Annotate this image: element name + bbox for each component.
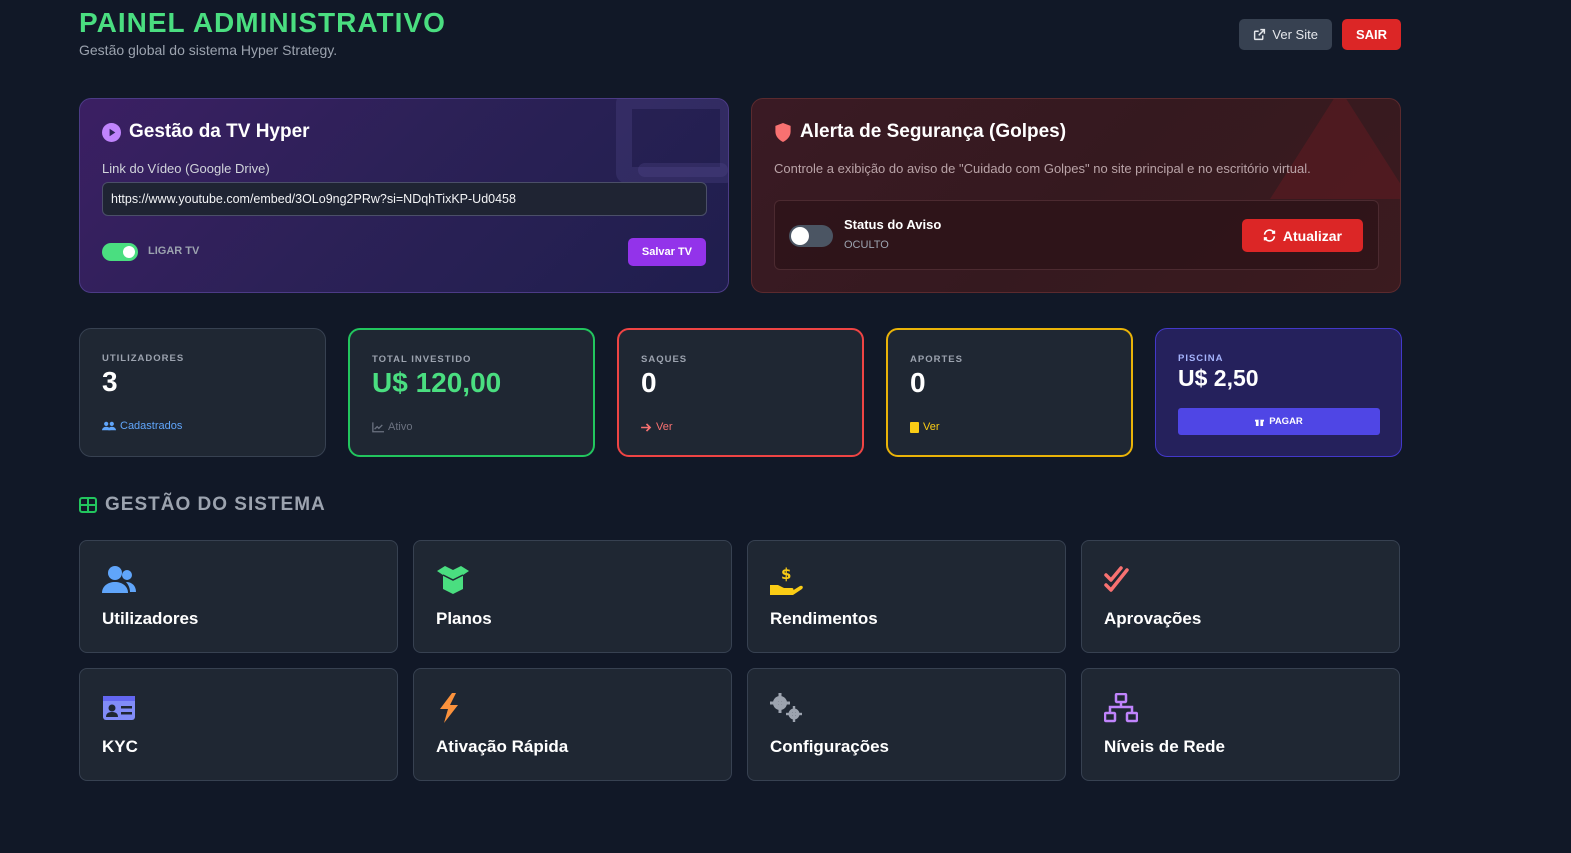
stat-card-pool: PISCINA U$ 2,50 PAGAR <box>1155 328 1402 457</box>
tile-rendimentos[interactable]: $ Rendimentos <box>747 540 1066 653</box>
stat-card-withdrawals: SAQUES 0 Ver <box>617 328 864 457</box>
tv-panel: Gestão da TV Hyper Link do Vídeo (Google… <box>79 98 729 293</box>
toggle-knob <box>791 227 809 245</box>
tile-label: Planos <box>436 609 492 628</box>
tile-niveis-de-rede[interactable]: Níveis de Rede <box>1081 668 1400 781</box>
stat-value: 3 <box>102 366 118 397</box>
stat-card-users: UTILIZADORES 3 Cadastrados <box>79 328 326 457</box>
page-subtitle: Gestão global do sistema Hyper Strategy. <box>79 42 338 58</box>
stat-label: SAQUES <box>641 354 688 365</box>
tile-label: Níveis de Rede <box>1104 737 1225 756</box>
tv-toggle-label: LIGAR TV <box>148 245 200 257</box>
gift-icon <box>1255 419 1265 426</box>
users-icon <box>102 566 136 593</box>
shield-icon <box>775 122 791 142</box>
table-icon <box>79 497 97 513</box>
tile-label: Aprovações <box>1104 609 1202 628</box>
warning-decoration-icon <box>1270 99 1400 199</box>
tv-stand-decoration <box>638 163 728 177</box>
tile-label: Configurações <box>770 737 890 756</box>
logout-button[interactable]: SAIR <box>1341 19 1401 50</box>
update-label: Atualizar <box>1282 227 1342 244</box>
security-alert-panel: Alerta de Segurança (Golpes) Controle a … <box>751 98 1401 293</box>
stat-label: PISCINA <box>1178 353 1224 364</box>
toggle-knob <box>123 246 135 258</box>
chart-line-icon <box>372 421 384 432</box>
ver-site-button[interactable]: Ver Site <box>1239 19 1332 50</box>
ver-site-label: Ver Site <box>1272 27 1318 42</box>
header-actions: Ver Site SAIR <box>1239 19 1401 50</box>
external-link-icon <box>1254 28 1266 41</box>
stat-label: TOTAL INVESTIDO <box>372 354 472 365</box>
tile-aprovacoes[interactable]: Aprovações <box>1081 540 1400 653</box>
video-link-input[interactable] <box>102 182 707 216</box>
stat-value: U$ 120,00 <box>372 367 502 398</box>
stat-value: U$ 2,50 <box>1178 365 1259 391</box>
stat-footer: Ativo <box>372 421 412 433</box>
alert-panel-title: Alerta de Segurança (Golpes) <box>774 121 1066 143</box>
stat-label: APORTES <box>910 354 963 365</box>
admin-dashboard: PAINEL ADMINISTRATIVO Gestão global do s… <box>0 0 1571 853</box>
tile-kyc[interactable]: KYC <box>79 668 398 781</box>
stat-footer-text: Ativo <box>388 421 413 433</box>
page-title: PAINEL ADMINISTRATIVO <box>79 7 446 38</box>
stat-footer-text: Ver <box>656 421 673 433</box>
id-card-icon <box>103 696 135 720</box>
tile-label: Utilizadores <box>102 609 199 628</box>
stat-value: 0 <box>910 367 926 398</box>
pay-button[interactable]: PAGAR <box>1178 408 1380 435</box>
update-button[interactable]: Atualizar <box>1241 219 1363 252</box>
tile-label: KYC <box>102 737 138 756</box>
tile-label: Rendimentos <box>770 609 878 628</box>
status-title: Status do Aviso <box>844 217 942 232</box>
pay-label: PAGAR <box>1269 416 1303 427</box>
section-title-text: GESTÃO DO SISTEMA <box>105 494 326 515</box>
stat-footer-text: Cadastrados <box>120 420 183 432</box>
tile-configuracoes[interactable]: Configurações <box>747 668 1066 781</box>
stat-footer-text: Ver <box>923 421 940 433</box>
video-link-label: Link do Vídeo (Google Drive) <box>102 161 270 176</box>
hand-dollar-icon: $ <box>770 565 803 595</box>
stat-card-total-invested: TOTAL INVESTIDO U$ 120,00 Ativo <box>348 328 595 457</box>
box-open-icon <box>437 566 469 594</box>
alert-description: Controle a exibição do aviso de "Cuidado… <box>774 161 1311 176</box>
alert-panel-title-text: Alerta de Segurança (Golpes) <box>800 121 1067 142</box>
page-header: PAINEL ADMINISTRATIVO Gestão global do s… <box>79 8 1401 64</box>
stat-value: 0 <box>641 367 657 398</box>
svg-text:$: $ <box>781 565 791 583</box>
tile-ativacao-rapida[interactable]: Ativação Rápida <box>413 668 732 781</box>
stat-card-contributions: APORTES 0 Ver <box>886 328 1133 457</box>
tv-toggle[interactable] <box>102 243 138 261</box>
users-icon <box>102 421 116 431</box>
section-title: GESTÃO DO SISTEMA <box>79 494 326 516</box>
tile-label: Ativação Rápida <box>436 737 569 756</box>
clipboard-icon <box>910 421 919 433</box>
tile-utilizadores[interactable]: Utilizadores <box>79 540 398 653</box>
save-tv-button[interactable]: Salvar TV <box>627 238 706 266</box>
tv-panel-title: Gestão da TV Hyper <box>102 121 310 143</box>
alert-toggle[interactable] <box>789 225 833 247</box>
double-check-icon <box>1104 566 1129 592</box>
tv-panel-title-text: Gestão da TV Hyper <box>129 121 310 142</box>
stat-footer-link[interactable]: Ver <box>641 421 673 433</box>
play-circle-icon <box>102 122 121 142</box>
sitemap-icon <box>1104 693 1138 723</box>
tile-planos[interactable]: Planos <box>413 540 732 653</box>
stat-footer-link[interactable]: Ver <box>910 421 940 433</box>
status-box: Status do Aviso OCULTO Atualizar <box>774 200 1379 270</box>
refresh-icon <box>1263 229 1276 242</box>
bolt-icon <box>440 693 458 723</box>
arrow-right-icon <box>641 422 652 432</box>
status-value: OCULTO <box>844 239 889 251</box>
stat-label: UTILIZADORES <box>102 353 185 364</box>
stat-footer-link[interactable]: Cadastrados <box>102 420 182 432</box>
gears-icon <box>770 693 802 722</box>
